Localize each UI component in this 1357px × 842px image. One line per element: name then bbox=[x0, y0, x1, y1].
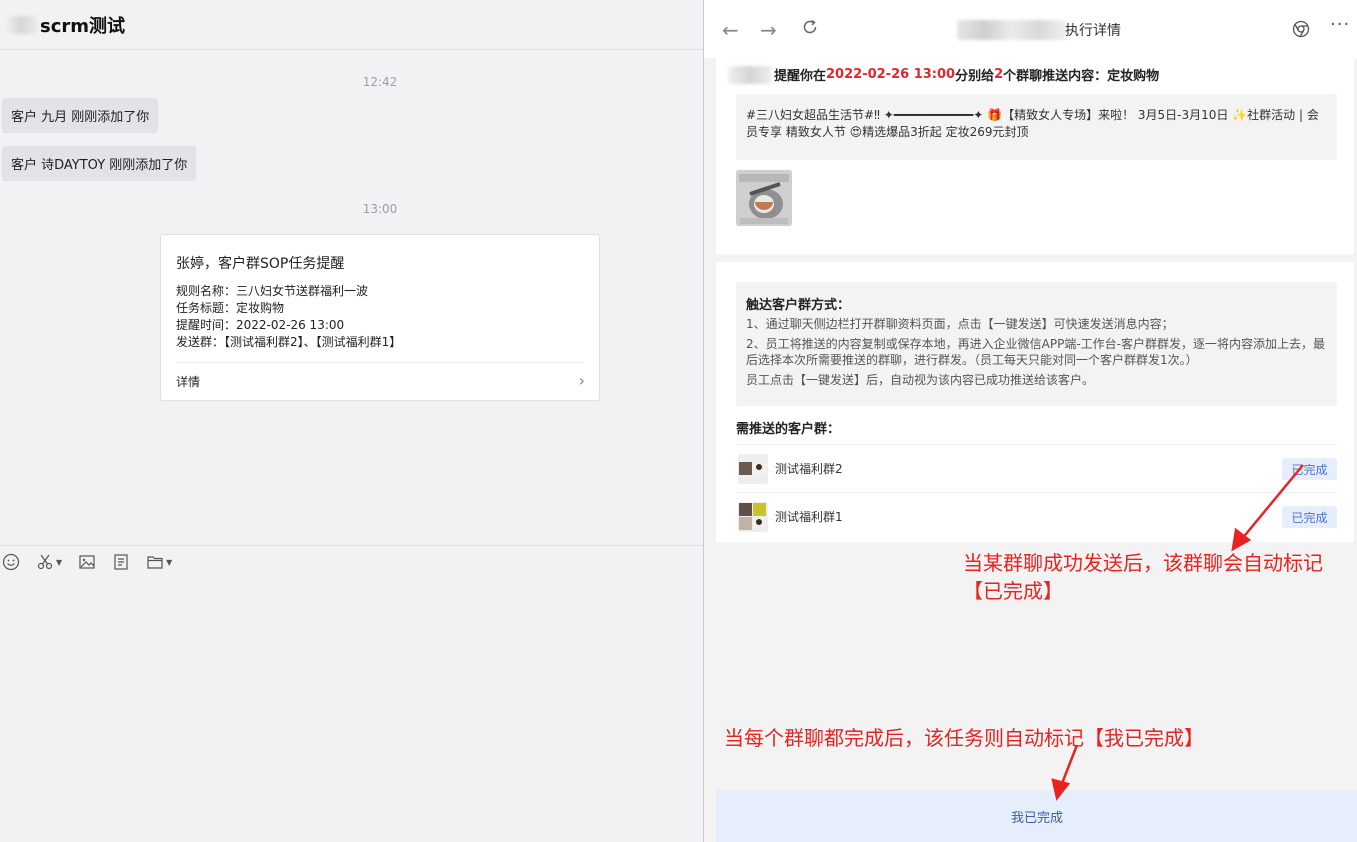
divider bbox=[0, 545, 703, 546]
status-badge: 已完成 bbox=[1282, 458, 1337, 480]
method-box: 触达客户群方式： 1、通过聊天侧边栏打开群聊资料页面，点击【一键发送】可快速发送… bbox=[736, 282, 1337, 406]
timestamp: 13:00 bbox=[362, 202, 398, 216]
push-content-section: 提醒你在 2022-02-26 13:00 分别给 2 个群聊推送内容：定妆购物… bbox=[716, 58, 1354, 254]
remind-line: 提醒你在 2022-02-26 13:00 分别给 2 个群聊推送内容：定妆购物 bbox=[728, 65, 1159, 84]
groups-title: 需推送的客户群： bbox=[736, 422, 841, 437]
method-line-2: 2、员工将推送的内容复制或保存本地，再进入企业微信APP端-工作台-客户群群发，… bbox=[746, 337, 1325, 367]
group-name: 测试福利群1 bbox=[775, 510, 843, 524]
image-icon bbox=[79, 555, 95, 569]
chevron-right-icon: › bbox=[578, 371, 585, 390]
task-title: 任务标题：定妆购物 bbox=[176, 301, 285, 315]
remind-count: 2 bbox=[994, 67, 1004, 82]
system-message: 客户 诗DAYTOY 刚刚添加了你 bbox=[2, 146, 197, 181]
folder-icon bbox=[147, 556, 163, 569]
folder-button[interactable]: ▼ bbox=[146, 553, 172, 571]
input-toolbar: ▼ ▼ bbox=[2, 553, 188, 571]
system-message: 客户 九月 刚刚添加了你 bbox=[2, 98, 159, 133]
annotation-note: 当每个群聊都完成后，该任务则自动标记【我已完成】 bbox=[724, 726, 1204, 750]
chat-title: scrm测试 bbox=[40, 15, 126, 37]
divider bbox=[176, 362, 584, 363]
status-badge: 已完成 bbox=[1282, 506, 1337, 528]
caret-down-icon: ▼ bbox=[56, 557, 63, 567]
method-line-3: 员工点击【一键发送】后，自动视为该内容已成功推送给该客户。 bbox=[746, 373, 1095, 387]
document-icon bbox=[114, 554, 128, 570]
group-avatar bbox=[738, 501, 768, 532]
remind-suffix: 个群聊推送内容：定妆购物 bbox=[1003, 69, 1160, 84]
emoji-button[interactable] bbox=[2, 553, 20, 571]
card-title: 张婷，客户群SOP任务提醒 bbox=[176, 256, 345, 272]
timestamp: 12:42 bbox=[362, 75, 398, 89]
browser-icon[interactable] bbox=[1292, 20, 1310, 42]
group-avatar bbox=[738, 453, 768, 484]
blurred-name bbox=[4, 15, 38, 34]
push-method-section: 触达客户群方式： 1、通过聊天侧边栏打开群聊资料页面，点击【一键发送】可快速发送… bbox=[716, 262, 1354, 542]
remind-mid: 分别给 bbox=[955, 69, 995, 84]
message-content: #三八妇女超品生活节#‼ ✦━━━━━━━━━━━✦ 🎁【精致女人专场】来啦！ … bbox=[736, 94, 1337, 160]
detail-pane: ← → 执行详情 ··· 提醒你在 2022-02-26 13:00 分别给 2… bbox=[703, 0, 1357, 842]
chat-header: scrm测试 bbox=[0, 0, 703, 50]
remind-prefix: 提醒你在 bbox=[774, 69, 827, 84]
caret-down-icon: ▼ bbox=[166, 557, 173, 567]
blurred-name bbox=[728, 65, 772, 84]
card-body: 规则名称：三八妇女节送群福利一波 任务标题：定妆购物 提醒时间：2022-02-… bbox=[176, 283, 401, 351]
sop-reminder-card[interactable]: 张婷，客户群SOP任务提醒 规则名称：三八妇女节送群福利一波 任务标题：定妆购物… bbox=[160, 234, 600, 401]
scissors-icon bbox=[37, 554, 53, 570]
method-line-1: 1、通过聊天侧边栏打开群聊资料页面，点击【一键发送】可快速发送消息内容； bbox=[746, 317, 1174, 331]
chat-pane: scrm测试 12:42 客户 九月 刚刚添加了你 客户 诗DAYTOY 刚刚添… bbox=[0, 0, 703, 842]
forward-arrow-icon[interactable]: → bbox=[760, 18, 777, 42]
method-title: 触达客户群方式： bbox=[746, 298, 851, 313]
send-groups: 发送群：【测试福利群2】、【测试福利群1】 bbox=[176, 335, 402, 349]
document-button[interactable] bbox=[112, 553, 130, 571]
blurred-title bbox=[957, 20, 1067, 40]
refresh-icon[interactable] bbox=[801, 17, 819, 41]
remind-datetime: 2022-02-26 13:00 bbox=[826, 67, 956, 82]
page-title: 执行详情 bbox=[1065, 23, 1121, 39]
message-image-thumbnail[interactable] bbox=[736, 170, 792, 226]
card-detail-link[interactable]: 详情 bbox=[176, 373, 200, 390]
emoji-icon bbox=[2, 553, 20, 571]
more-icon[interactable]: ··· bbox=[1330, 14, 1350, 35]
annotation-note: 当某群聊成功发送后，该群聊会自动标记【已完成】 bbox=[963, 551, 1323, 603]
i-am-done-button[interactable]: 我已完成 bbox=[716, 790, 1357, 842]
image-button[interactable] bbox=[78, 553, 96, 571]
group-row[interactable]: 测试福利群2 已完成 bbox=[736, 444, 1337, 492]
rule-name: 规则名称：三八妇女节送群福利一波 bbox=[176, 284, 369, 298]
remind-time: 提醒时间：2022-02-26 13:00 bbox=[176, 318, 345, 332]
screenshot-button[interactable]: ▼ bbox=[36, 553, 62, 571]
browser-nav: ← → 执行详情 ··· bbox=[704, 0, 1357, 58]
screen: scrm测试 12:42 客户 九月 刚刚添加了你 客户 诗DAYTOY 刚刚添… bbox=[0, 0, 1357, 842]
group-name: 测试福利群2 bbox=[775, 462, 843, 476]
back-arrow-icon[interactable]: ← bbox=[722, 18, 739, 42]
group-row[interactable]: 测试福利群1 已完成 bbox=[736, 492, 1337, 540]
